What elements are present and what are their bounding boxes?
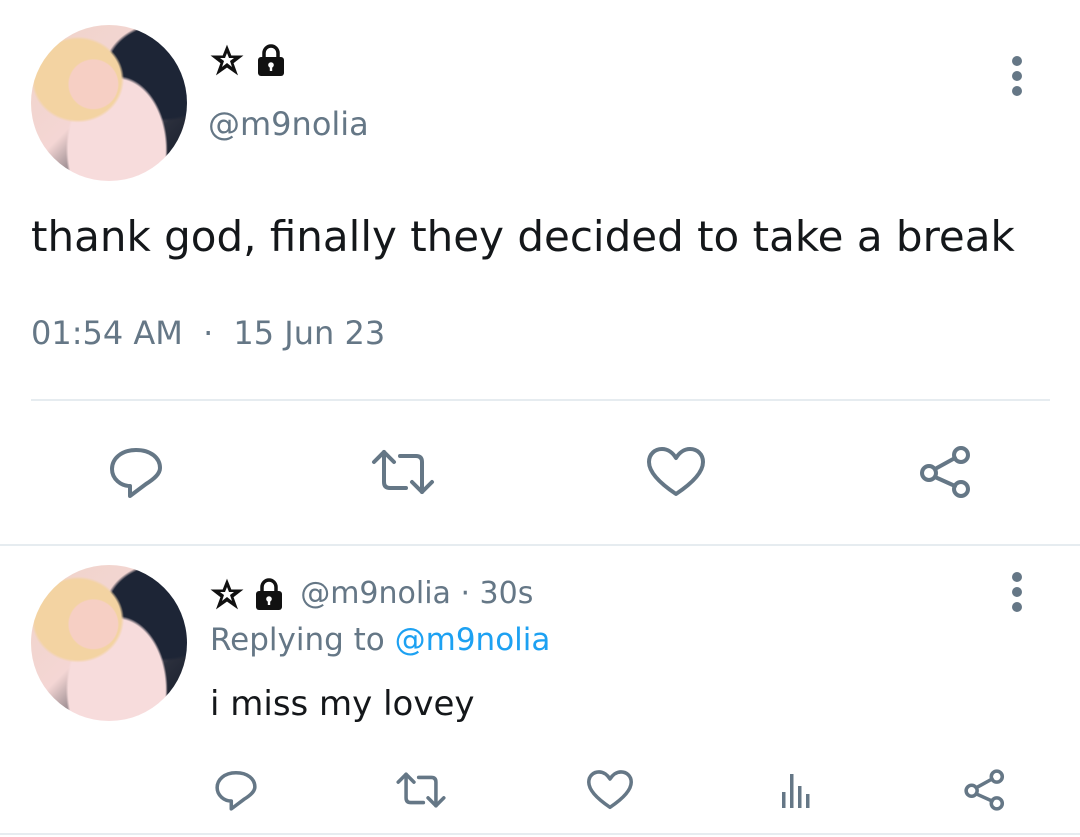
lock-icon — [256, 578, 283, 610]
divider — [0, 833, 1080, 835]
tweet-time: 01:54 AM — [31, 314, 183, 352]
replying-to-label: Replying to — [210, 622, 395, 658]
replying-to: Replying to @m9nolia — [210, 620, 550, 660]
retweet-icon[interactable] — [368, 444, 438, 500]
analytics-icon[interactable] — [775, 768, 819, 812]
like-icon[interactable] — [585, 768, 635, 812]
username[interactable]: @m9nolia — [208, 104, 369, 144]
like-icon[interactable] — [645, 444, 707, 500]
divider — [0, 544, 1080, 546]
tweet-date: 15 Jun 23 — [233, 314, 386, 352]
share-icon[interactable] — [915, 444, 977, 500]
reply-header: @m9nolia · 30s — [210, 574, 533, 614]
reply-avatar[interactable] — [31, 565, 187, 721]
lock-icon — [258, 44, 285, 76]
reply-icon[interactable] — [106, 444, 166, 500]
divider — [31, 399, 1050, 401]
avatar[interactable] — [31, 25, 187, 181]
pentagram-icon — [210, 578, 244, 610]
name-badges — [210, 42, 290, 78]
pentagram-icon — [210, 44, 244, 76]
more-options-icon[interactable] — [1007, 54, 1027, 98]
reply-text: i miss my lovey — [210, 684, 475, 724]
share-icon[interactable] — [960, 768, 1010, 812]
tweet-text: thank god, finally they decided to take … — [31, 212, 1015, 261]
tweet-timestamp: 01:54 AM · 15 Jun 23 — [31, 312, 385, 354]
retweet-icon[interactable] — [393, 768, 449, 812]
timestamp-separator: · — [203, 314, 214, 352]
reply-icon[interactable] — [212, 768, 260, 812]
reply-username[interactable]: @m9nolia — [300, 576, 451, 611]
replying-to-handle[interactable]: @m9nolia — [395, 622, 551, 658]
reply-time: · 30s — [450, 576, 534, 611]
more-options-icon[interactable] — [1007, 570, 1027, 614]
